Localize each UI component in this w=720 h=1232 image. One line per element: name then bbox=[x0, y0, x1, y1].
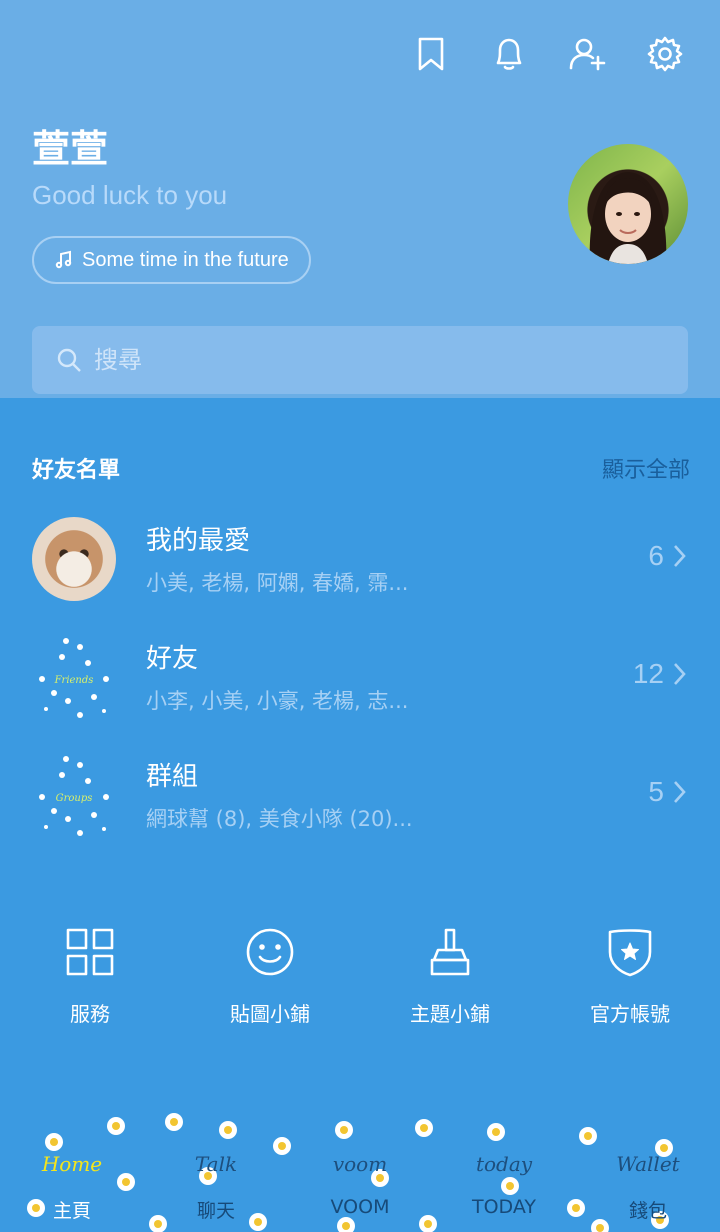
tab-label: 錢包 bbox=[628, 1200, 667, 1222]
tab-script-label: voom bbox=[332, 1152, 388, 1176]
tab-label: 聊天 bbox=[196, 1200, 235, 1222]
list-item-count: 5 bbox=[648, 776, 688, 808]
list-item-friends[interactable]: Friends 好友 小李, 小美, 小豪, 老楊, 志... 12 bbox=[0, 618, 720, 736]
chevron-right-icon bbox=[674, 781, 686, 803]
count-value: 12 bbox=[632, 658, 664, 689]
smiley-icon bbox=[246, 928, 294, 976]
tab-script-label: Home bbox=[41, 1152, 103, 1176]
groups-thumbnail-text: Groups bbox=[56, 793, 93, 804]
search-input[interactable] bbox=[94, 346, 654, 374]
chevron-right-icon bbox=[674, 545, 686, 567]
tab-talk[interactable]: Talk 聊天 bbox=[144, 1152, 288, 1223]
bookmark-icon[interactable] bbox=[412, 32, 450, 76]
tab-label: 主頁 bbox=[52, 1200, 91, 1222]
groups-thumbnail: Groups bbox=[32, 753, 116, 837]
friends-thumbnail-text: Friends bbox=[54, 675, 94, 686]
friends-section-header: 好友名單 顯示全部 bbox=[32, 452, 690, 484]
tab-label: TODAY bbox=[472, 1196, 536, 1218]
service-button-theme-shop[interactable]: 主題小鋪 bbox=[360, 926, 540, 1027]
profile-music-button[interactable]: Some time in the future bbox=[32, 236, 311, 284]
list-item-title: 我的最愛 bbox=[146, 526, 251, 556]
service-label: 主題小鋪 bbox=[410, 1002, 490, 1026]
list-item-subtitle: 小李, 小美, 小豪, 老楊, 志... bbox=[146, 689, 409, 713]
gear-icon[interactable] bbox=[646, 32, 684, 76]
profile-music-label: Some time in the future bbox=[82, 248, 289, 271]
list-item-favorites[interactable]: 我的最愛 小美, 老楊, 阿嫻, 春嬌, 霈... 6 bbox=[0, 500, 720, 618]
search-bar[interactable] bbox=[32, 326, 688, 394]
tab-wallet[interactable]: Wallet 錢包 bbox=[576, 1152, 720, 1223]
add-friend-icon[interactable] bbox=[568, 32, 606, 76]
tab-script-label: today bbox=[475, 1152, 533, 1176]
friends-section-title: 好友名單 bbox=[32, 458, 121, 483]
bottom-tab-bar: Home 主頁 Talk 聊天 voom VOOM today TODAY Wa… bbox=[0, 1108, 720, 1232]
friends-thumbnail: Friends bbox=[32, 635, 116, 719]
tab-script-label: Wallet bbox=[616, 1152, 680, 1176]
search-icon bbox=[57, 348, 81, 372]
list-item-title: 好友 bbox=[146, 644, 199, 674]
show-all-link[interactable]: 顯示全部 bbox=[602, 452, 690, 484]
service-button-sticker-shop[interactable]: 貼圖小鋪 bbox=[180, 926, 360, 1027]
count-value: 5 bbox=[648, 776, 664, 807]
music-note-icon bbox=[55, 250, 72, 269]
top-toolbar bbox=[412, 32, 684, 76]
profile-status-message[interactable]: Good luck to you bbox=[32, 180, 227, 211]
tab-label: VOOM bbox=[330, 1196, 390, 1218]
favorites-thumbnail bbox=[32, 517, 116, 601]
service-button-official-accounts[interactable]: 官方帳號 bbox=[540, 926, 720, 1027]
profile-header: 萱萱 Good luck to you Some time in the fut… bbox=[0, 0, 720, 398]
list-item-count: 12 bbox=[633, 658, 688, 690]
services-row: 服務 貼圖小鋪 主題小鋪 官方帳號 bbox=[0, 926, 720, 1027]
list-item-title: 群組 bbox=[146, 762, 199, 792]
tab-home[interactable]: Home 主頁 bbox=[0, 1152, 144, 1223]
service-button-services[interactable]: 服務 bbox=[0, 926, 180, 1027]
service-label: 貼圖小鋪 bbox=[230, 1002, 310, 1026]
bell-icon[interactable] bbox=[490, 32, 528, 76]
list-item-count: 6 bbox=[648, 540, 688, 572]
brush-icon bbox=[430, 928, 470, 976]
count-value: 6 bbox=[648, 540, 664, 571]
shield-star-icon bbox=[608, 929, 652, 977]
service-label: 官方帳號 bbox=[590, 1002, 670, 1026]
list-item-groups[interactable]: Groups 群組 網球幫 (8), 美食小隊 (20)... 5 bbox=[0, 736, 720, 854]
tab-today[interactable]: today TODAY bbox=[432, 1152, 576, 1223]
grid-icon bbox=[66, 928, 114, 976]
profile-name[interactable]: 萱萱 bbox=[32, 118, 108, 173]
list-item-subtitle: 網球幫 (8), 美食小隊 (20)... bbox=[146, 807, 413, 831]
list-item-subtitle: 小美, 老楊, 阿嫻, 春嬌, 霈... bbox=[146, 571, 409, 595]
friends-list: 我的最愛 小美, 老楊, 阿嫻, 春嬌, 霈... 6 Friends 好友 小… bbox=[0, 500, 720, 854]
chevron-right-icon bbox=[674, 663, 686, 685]
tab-script-label: Talk bbox=[194, 1152, 238, 1176]
tab-voom[interactable]: voom VOOM bbox=[288, 1152, 432, 1223]
profile-avatar[interactable] bbox=[568, 144, 688, 264]
service-label: 服務 bbox=[70, 1002, 110, 1026]
